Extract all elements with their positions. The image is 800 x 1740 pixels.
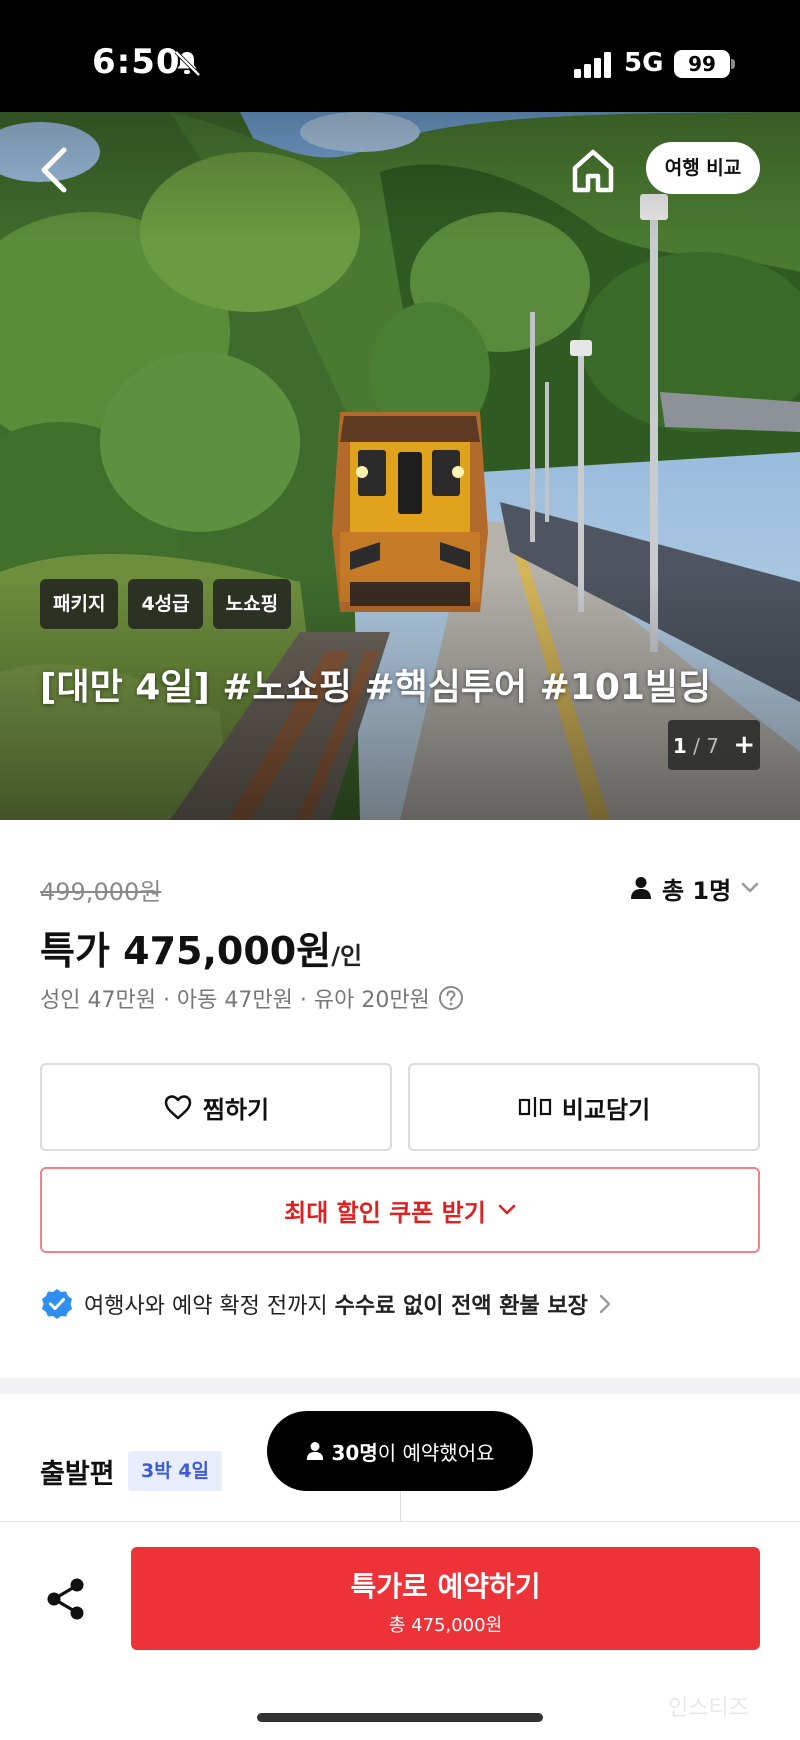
- tag-package: 패키지: [40, 579, 119, 629]
- tag-hotel-grade: 4성급: [128, 579, 203, 629]
- special-price: 특가 475,000원: [40, 929, 332, 973]
- person-icon: [306, 1442, 323, 1460]
- image-counter[interactable]: 1 / 7 +: [668, 720, 760, 770]
- refund-prefix: 여행사와 예약 확정 전까지: [84, 1294, 335, 1319]
- booked-count: 30명: [331, 1440, 378, 1465]
- help-icon[interactable]: [438, 985, 464, 1011]
- special-price-line: 특가 475,000원/인: [40, 920, 362, 975]
- section-divider: [0, 1378, 800, 1394]
- tab-divider: [400, 1490, 401, 1522]
- home-icon[interactable]: [568, 146, 618, 196]
- signal-icon: [574, 52, 611, 78]
- tag-no-shopping: 노쇼핑: [212, 579, 292, 629]
- compare-icon: [518, 1097, 551, 1117]
- image-separator: /: [686, 734, 707, 758]
- people-selector[interactable]: 총 1명: [630, 870, 759, 906]
- heart-icon: [164, 1095, 192, 1120]
- back-icon[interactable]: [34, 142, 74, 198]
- chevron-down-icon: [741, 882, 759, 893]
- chevron-down-icon: [498, 1204, 516, 1215]
- chevron-right-icon: [599, 1294, 611, 1314]
- duration-badge: 3박 4일: [128, 1451, 223, 1491]
- wishlist-label: 찜하기: [202, 1095, 270, 1124]
- person-icon: [631, 877, 651, 899]
- battery-icon: 99: [674, 50, 730, 78]
- trip-compare-button[interactable]: 여행 비교: [646, 142, 760, 194]
- action-buttons: 찜하기 비교담기: [40, 1063, 760, 1151]
- reserve-total: 총 475,000원: [388, 1615, 503, 1636]
- compare-add-label: 비교담기: [561, 1095, 651, 1124]
- people-count: 총 1명: [662, 876, 732, 905]
- image-more-icon: +: [733, 730, 756, 760]
- coupon-label: 최대 할인 쿠폰 받기: [284, 1198, 486, 1227]
- refund-guarantee[interactable]: 여행사와 예약 확정 전까지 수수료 없이 전액 환불 보장: [40, 1284, 612, 1324]
- product-title: [대만 4일] #노쇼핑 #핵심투어 #101빌딩: [40, 667, 712, 708]
- compare-add-button[interactable]: 비교담기: [408, 1063, 760, 1151]
- booked-suffix: 이 예약했어요: [377, 1440, 495, 1465]
- product-tags: 패키지 4성급 노쇼핑: [40, 579, 292, 629]
- verified-badge-icon: [42, 1289, 72, 1319]
- image-index: 1: [672, 734, 687, 758]
- battery-tip: [731, 59, 735, 69]
- departure-title[interactable]: 출발편: [40, 1452, 115, 1491]
- watermark: 인스티즈: [668, 1696, 749, 1721]
- wishlist-button[interactable]: 찜하기: [40, 1063, 392, 1151]
- per-person-label: /인: [331, 942, 363, 970]
- bell-off-icon: [174, 50, 201, 77]
- status-time: 6:50: [92, 42, 181, 82]
- home-indicator: [257, 1713, 543, 1722]
- status-bar: 6:50 5G 99: [0, 0, 800, 112]
- price-breakdown: 성인 47만원 · 아동 47만원 · 유아 20만원: [40, 982, 464, 1014]
- network-label: 5G: [624, 48, 664, 78]
- original-price: 499,000원: [40, 878, 162, 906]
- image-total: 7: [706, 734, 719, 758]
- refund-text: 여행사와 예약 확정 전까지 수수료 없이 전액 환불 보장: [84, 1288, 588, 1320]
- reserve-label: 특가로 예약하기: [350, 1570, 541, 1603]
- reserve-button[interactable]: 특가로 예약하기 총 475,000원: [131, 1547, 760, 1650]
- train-photo: [0, 112, 800, 820]
- price-breakdown-text: 성인 47만원 · 아동 47만원 · 유아 20만원: [40, 988, 430, 1013]
- hero-image[interactable]: 여행 비교 패키지 4성급 노쇼핑 [대만 4일] #노쇼핑 #핵심투어 #10…: [0, 112, 800, 820]
- booked-count-toast: 30명이 예약했어요: [267, 1411, 533, 1491]
- share-icon[interactable]: [42, 1572, 90, 1626]
- refund-emphasis: 수수료 없이 전액 환불 보장: [334, 1294, 588, 1319]
- booked-text: 30명이 예약했어요: [332, 1437, 495, 1466]
- coupon-button[interactable]: 최대 할인 쿠폰 받기: [40, 1167, 760, 1253]
